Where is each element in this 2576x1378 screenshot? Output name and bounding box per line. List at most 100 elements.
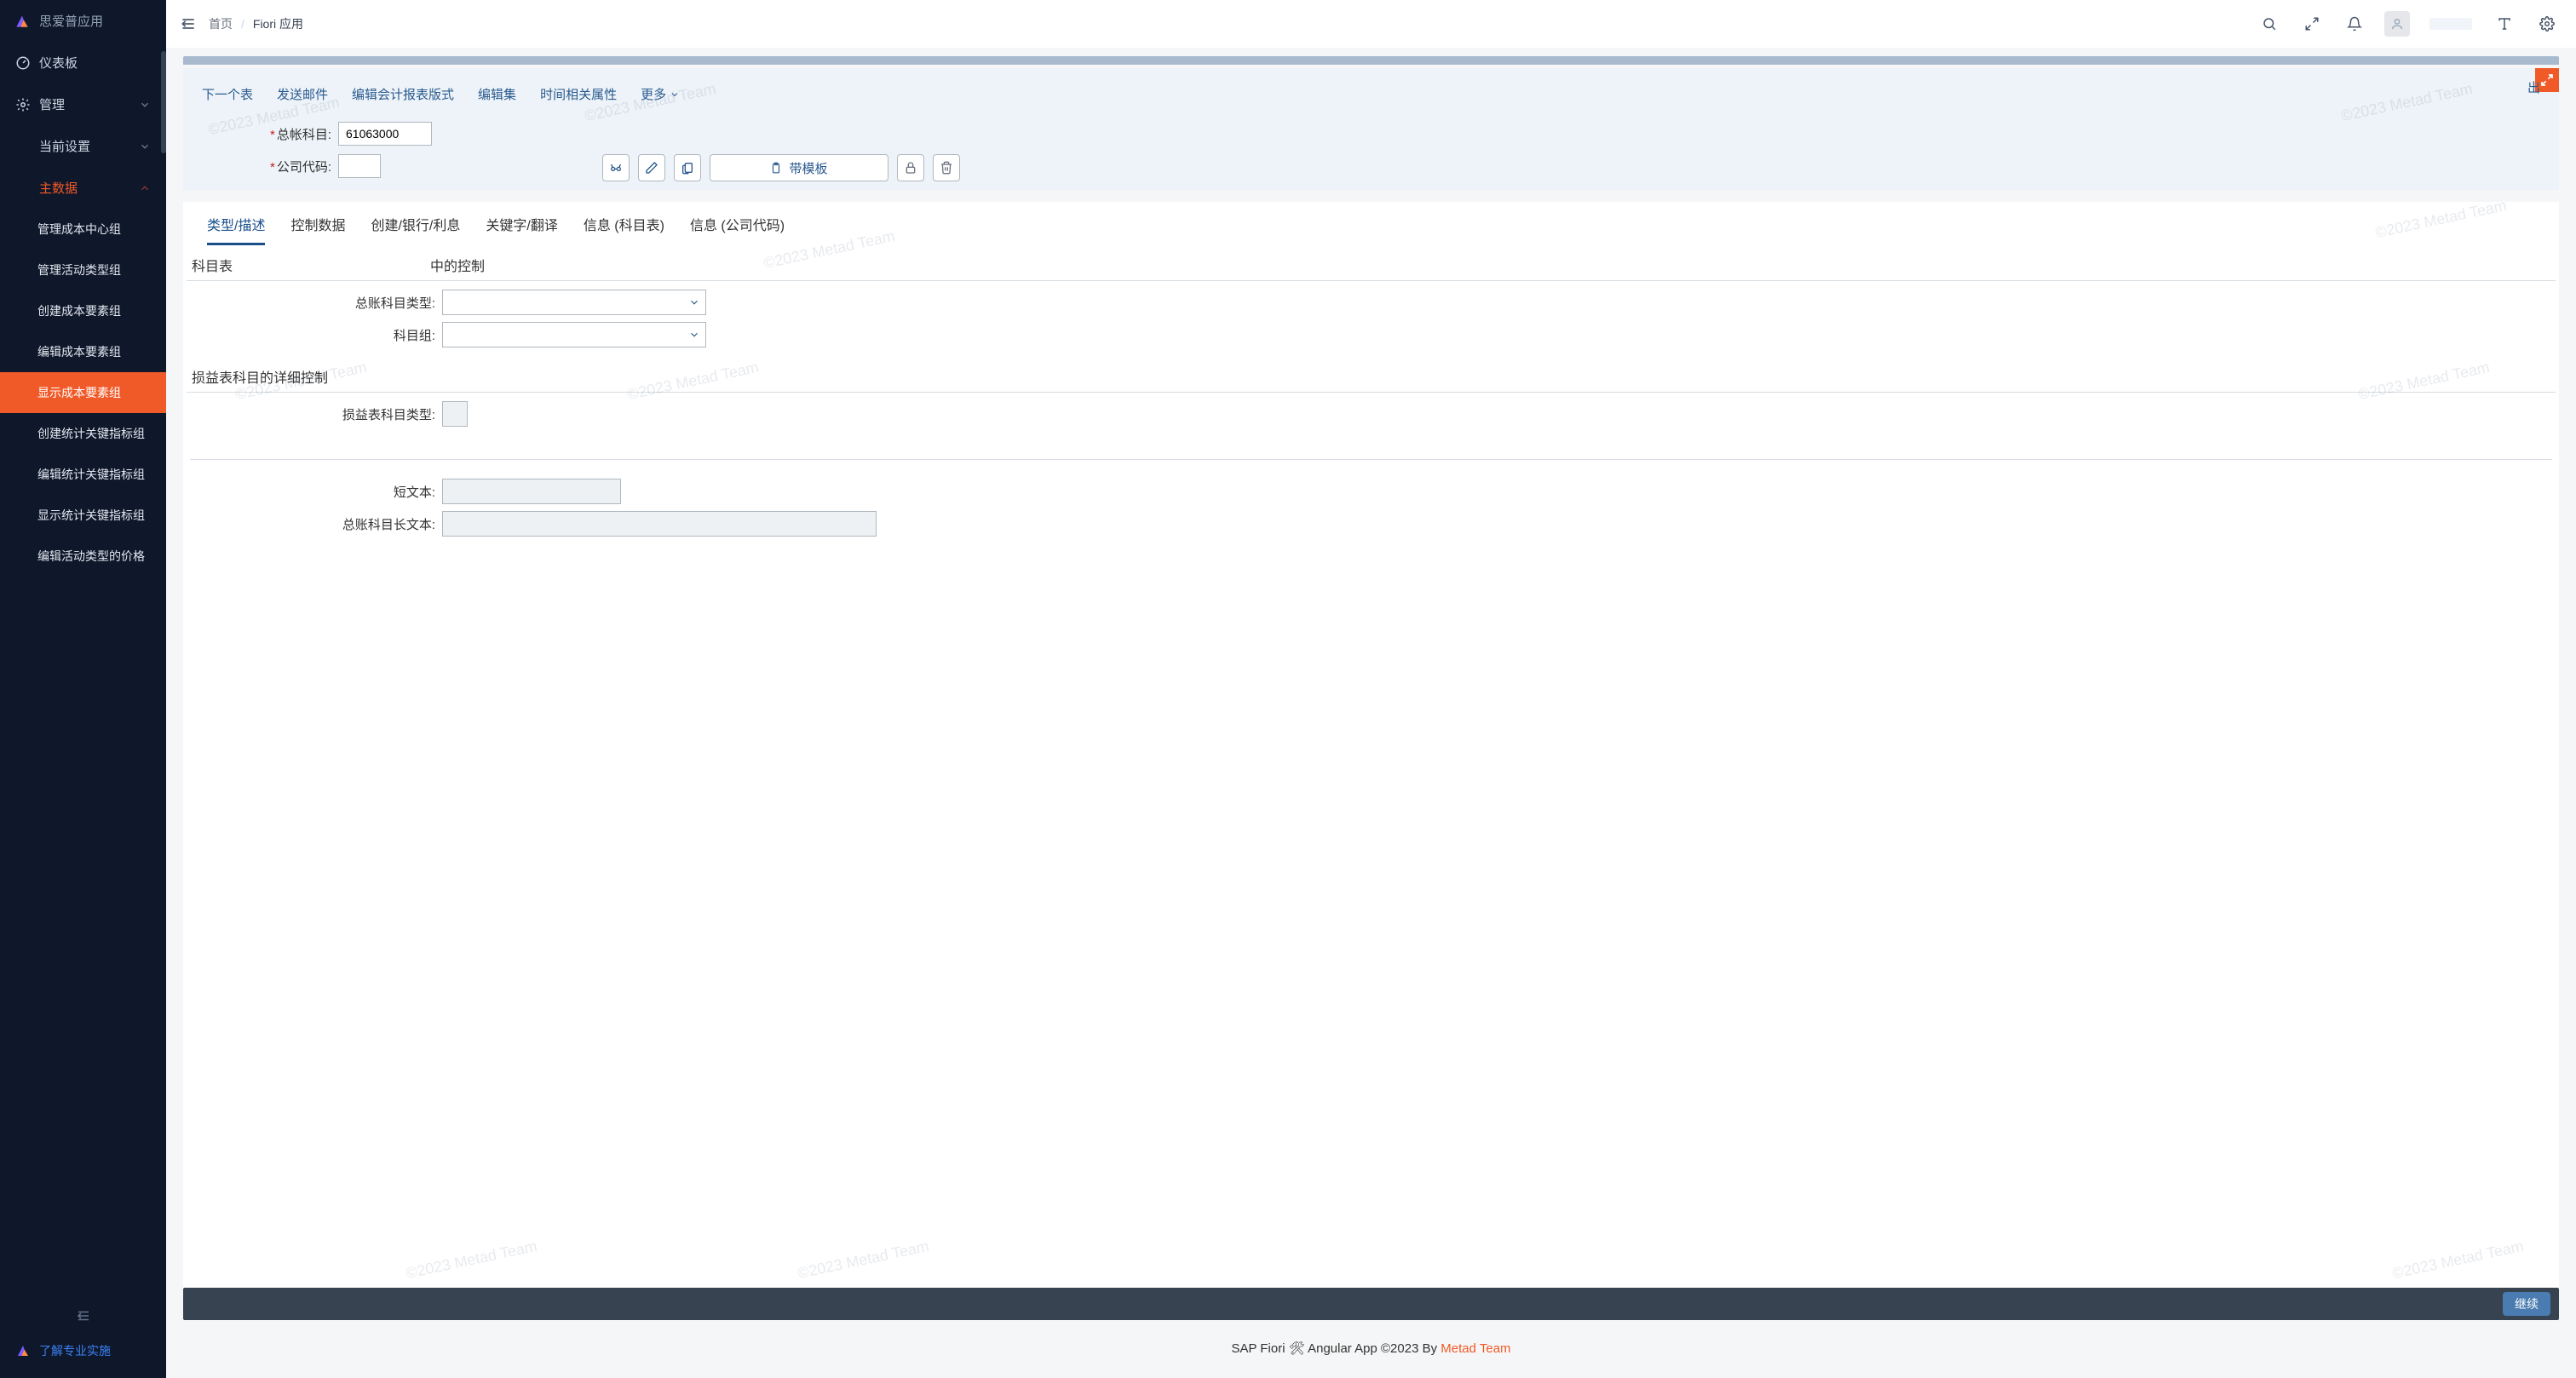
company-code-label: *公司代码: bbox=[202, 158, 338, 175]
gl-account-input[interactable] bbox=[338, 122, 432, 146]
company-code-input[interactable] bbox=[338, 154, 381, 178]
sidebar-item-label: 创建统计关键指标组 bbox=[37, 425, 145, 442]
brand-title: 思爱普应用 bbox=[39, 12, 103, 30]
menu-toggle-button[interactable] bbox=[180, 15, 197, 32]
breadcrumb: 首页 / Fiori 应用 bbox=[209, 15, 303, 32]
sidebar-item-label: 显示统计关键指标组 bbox=[37, 507, 145, 524]
toolbar-time-attrs[interactable]: 时间相关属性 bbox=[540, 85, 617, 103]
sidebar-subitem-display-cost-element-group[interactable]: 显示成本要素组 bbox=[0, 372, 166, 413]
toolbar-more[interactable]: 更多 bbox=[641, 85, 680, 103]
long-text-input[interactable] bbox=[442, 511, 877, 537]
chevron-down-icon bbox=[670, 89, 680, 100]
tab-create-bank-interest[interactable]: 创建/银行/利息 bbox=[371, 214, 460, 245]
sidebar-item-label: 显示成本要素组 bbox=[37, 384, 121, 401]
sidebar-item-label: 创建成本要素组 bbox=[37, 302, 121, 319]
sidebar-item-label: 编辑统计关键指标组 bbox=[37, 466, 145, 483]
template-label: 带模板 bbox=[789, 159, 827, 177]
clipboard-icon bbox=[770, 162, 782, 174]
sidebar-item-label: 编辑成本要素组 bbox=[37, 343, 121, 360]
toolbar-edit-report-format[interactable]: 编辑会计报表版式 bbox=[352, 85, 454, 103]
pl-type-label: 损益表科目类型: bbox=[187, 405, 442, 423]
gear-icon bbox=[2539, 16, 2555, 32]
long-text-row: 总账科目长文本: bbox=[187, 511, 2556, 537]
sidebar-nav: 仪表板 管理 当前设置 主数据 管理成本中心组 管理活动类型组 创建成本要素组 … bbox=[0, 42, 166, 1291]
sidebar: 思爱普应用 仪表板 管理 当前设置 主数据 管理成本中心组 管理活动类型组 创建… bbox=[0, 0, 166, 1378]
sidebar-subitem-create-cost-element-group[interactable]: 创建成本要素组 bbox=[0, 290, 166, 331]
template-button[interactable]: 带模板 bbox=[710, 154, 888, 181]
account-group-select[interactable] bbox=[442, 322, 706, 347]
fullscreen-button[interactable] bbox=[2297, 9, 2327, 39]
search-icon bbox=[2262, 16, 2277, 32]
sidebar-item-dashboard[interactable]: 仪表板 bbox=[0, 42, 166, 83]
chevron-down-icon bbox=[688, 296, 700, 308]
sidebar-brand: 思爱普应用 bbox=[0, 0, 166, 42]
long-text-label: 总账科目长文本: bbox=[187, 515, 442, 533]
pl-type-input[interactable] bbox=[442, 401, 468, 427]
chevron-down-icon bbox=[139, 99, 151, 111]
sidebar-item-label: 管理活动类型组 bbox=[37, 261, 121, 278]
lock-icon bbox=[904, 161, 917, 175]
field-grid-3: 短文本: 总账科目长文本: bbox=[187, 470, 2556, 548]
tab-control-data[interactable]: 控制数据 bbox=[290, 214, 345, 245]
tab-info-chart-of-accounts[interactable]: 信息 (科目表) bbox=[584, 214, 664, 245]
label-text: 公司代码: bbox=[277, 160, 331, 175]
text-size-button[interactable] bbox=[2489, 9, 2520, 39]
trash-icon bbox=[940, 161, 953, 175]
gl-account-row: *总帐科目: bbox=[202, 122, 2540, 146]
sidebar-subitem-edit-activity-price[interactable]: 编辑活动类型的价格 bbox=[0, 536, 166, 577]
menu-icon bbox=[180, 15, 197, 32]
sidebar-link-label: 了解专业实施 bbox=[39, 1342, 111, 1359]
tabs-area: 类型/描述 控制数据 创建/银行/利息 关键字/翻译 信息 (科目表) 信息 (… bbox=[183, 202, 2559, 1320]
expand-icon bbox=[2304, 16, 2320, 32]
gear-icon bbox=[15, 97, 31, 112]
settings-button[interactable] bbox=[2532, 9, 2562, 39]
footer-text: SAP Fiori 🛠 Angular App ©2023 By bbox=[1231, 1341, 1440, 1356]
sidebar-subitem-edit-cost-element-group[interactable]: 编辑成本要素组 bbox=[0, 331, 166, 372]
sidebar-subitem-activity-type-group[interactable]: 管理活动类型组 bbox=[0, 250, 166, 290]
user-menu[interactable] bbox=[2382, 9, 2412, 39]
sidebar-learn-more-link[interactable]: 了解专业实施 bbox=[0, 1332, 166, 1369]
exit-button[interactable]: 出 bbox=[2527, 78, 2540, 96]
tab-type-description[interactable]: 类型/描述 bbox=[207, 214, 265, 245]
section-type-description: 科目表 中的控制 总账科目类型: 科目组: 损益表科目的详细控制 bbox=[183, 246, 2559, 548]
chevron-down-icon bbox=[688, 329, 700, 341]
edit-button[interactable] bbox=[638, 154, 665, 181]
sidebar-subitem-create-stat-kpi-group[interactable]: 创建统计关键指标组 bbox=[0, 413, 166, 454]
topbar: 首页 / Fiori 应用 bbox=[166, 0, 2576, 48]
divider bbox=[190, 459, 2552, 460]
sidebar-subitem-display-stat-kpi-group[interactable]: 显示统计关键指标组 bbox=[0, 495, 166, 536]
tab-keyword-translation[interactable]: 关键字/翻译 bbox=[486, 214, 557, 245]
chevron-down-icon bbox=[139, 141, 151, 152]
toolbar-more-label: 更多 bbox=[641, 85, 666, 103]
breadcrumb-home[interactable]: 首页 bbox=[209, 15, 233, 32]
lock-button[interactable] bbox=[897, 154, 924, 181]
sidebar-bottom: 了解专业实施 bbox=[0, 1291, 166, 1378]
action-row: 带模板 bbox=[602, 154, 2540, 181]
toolbar-edit-set[interactable]: 编辑集 bbox=[478, 85, 516, 103]
sidebar-subitem-cost-center-group[interactable]: 管理成本中心组 bbox=[0, 209, 166, 250]
continue-button[interactable]: 继续 bbox=[2503, 1292, 2550, 1316]
delete-button[interactable] bbox=[933, 154, 960, 181]
sidebar-subitem-edit-stat-kpi-group[interactable]: 编辑统计关键指标组 bbox=[0, 454, 166, 495]
tab-info-company-code[interactable]: 信息 (公司代码) bbox=[690, 214, 785, 245]
short-text-input[interactable] bbox=[442, 479, 621, 504]
toolbar-next-table[interactable]: 下一个表 bbox=[202, 85, 253, 103]
search-button[interactable] bbox=[2254, 9, 2285, 39]
text-size-icon bbox=[2497, 16, 2512, 32]
footer-brand[interactable]: Metad Team bbox=[1440, 1341, 1510, 1356]
tabs: 类型/描述 控制数据 创建/银行/利息 关键字/翻译 信息 (科目表) 信息 (… bbox=[183, 202, 2559, 246]
sidebar-item-master-data[interactable]: 主数据 bbox=[0, 167, 166, 209]
short-text-label: 短文本: bbox=[187, 483, 442, 501]
sidebar-item-manage[interactable]: 管理 bbox=[0, 83, 166, 125]
content: 下一个表 发送邮件 编辑会计报表版式 编辑集 时间相关属性 更多 出 ©2023… bbox=[166, 48, 2576, 1378]
sidebar-item-label: 管理成本中心组 bbox=[37, 221, 121, 238]
sidebar-collapse-button[interactable] bbox=[0, 1300, 166, 1332]
toolbar-send-mail[interactable]: 发送邮件 bbox=[277, 85, 328, 103]
notifications-button[interactable] bbox=[2339, 9, 2370, 39]
sidebar-item-current-settings[interactable]: 当前设置 bbox=[0, 125, 166, 167]
glasses-button[interactable] bbox=[602, 154, 630, 181]
brand-logo-icon bbox=[14, 13, 31, 30]
copy-button[interactable] bbox=[674, 154, 701, 181]
scrollbar[interactable] bbox=[161, 51, 166, 153]
gl-type-select[interactable] bbox=[442, 290, 706, 315]
